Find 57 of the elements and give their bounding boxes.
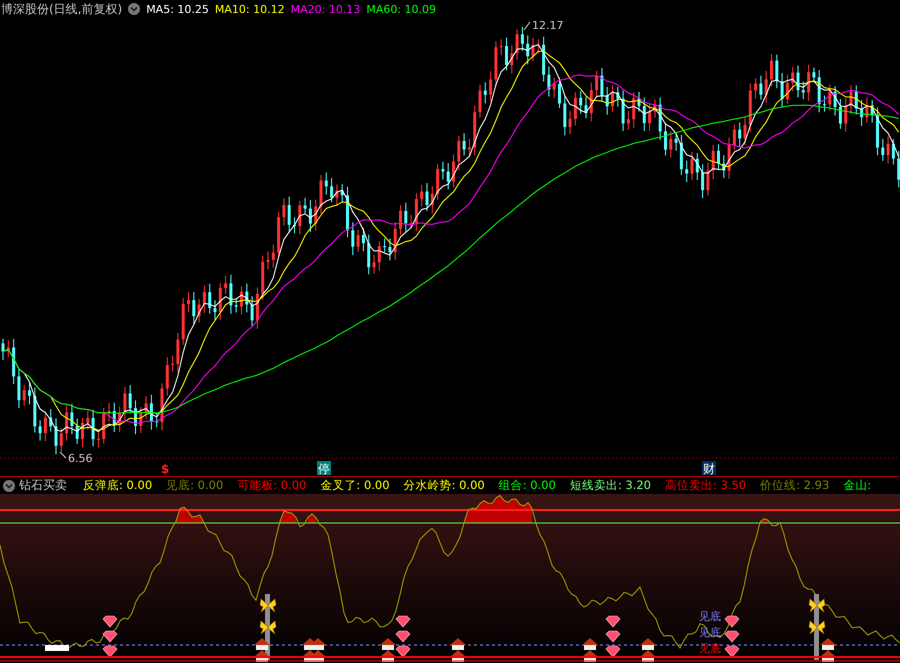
- indicator-value: 价位线: 2.93: [760, 478, 830, 493]
- high-price-label: 12.17: [532, 19, 564, 32]
- gem-icon: [102, 616, 118, 628]
- gem-icon: [606, 616, 620, 628]
- house-icon: [582, 638, 598, 650]
- signal-label: 见底: [699, 610, 721, 623]
- house-icon: [450, 650, 466, 662]
- indicator-value: 见底: 0.00: [166, 478, 224, 493]
- leader-line: [524, 22, 530, 30]
- indicator-value: 短线卖出: 3.20: [570, 478, 651, 493]
- house-icon: [820, 650, 836, 662]
- butterfly-icon: [808, 598, 826, 612]
- moving-average-label: MA20: 10.13: [290, 2, 360, 16]
- butterfly-icon: [808, 620, 826, 634]
- house-icon: [640, 638, 656, 650]
- gem-icon: [724, 616, 740, 628]
- house-icon: [640, 650, 656, 662]
- gem-icon: [102, 646, 118, 658]
- dropdown-icon[interactable]: [128, 3, 140, 15]
- moving-average-label: MA60: 10.09: [366, 2, 436, 16]
- gem-icon: [396, 646, 410, 658]
- event-marker[interactable]: 财: [702, 461, 716, 476]
- gem-icon: [724, 630, 740, 642]
- indicator-value: 组合: 0.00: [498, 478, 556, 493]
- moving-average-label: MA5: 10.25: [146, 2, 209, 16]
- house-icon: [820, 638, 836, 650]
- house-icon: [254, 638, 270, 650]
- gem-icon: [396, 630, 410, 642]
- gem-icon: [724, 646, 740, 658]
- indicator-value: 可能板: 0.00: [237, 478, 306, 493]
- indicator-value: 金山:: [843, 478, 872, 493]
- butterfly-icon: [260, 598, 276, 612]
- house-icon: [380, 638, 396, 650]
- indicator-value: 分水岭势: 0.00: [404, 478, 485, 493]
- house-icon: [254, 650, 270, 662]
- house-icon: [450, 638, 466, 650]
- gem-icon: [102, 630, 118, 642]
- signal-label: 见底: [699, 642, 721, 655]
- moving-average-label: MA10: 10.12: [214, 2, 285, 16]
- gem-icon: [606, 646, 620, 658]
- signal-block: [45, 645, 69, 651]
- indicator-value: 反弹底: 0.00: [83, 478, 152, 493]
- leader-line: [60, 452, 66, 458]
- indicator-value: 金叉了: 0.00: [320, 478, 390, 493]
- event-marker[interactable]: 停: [317, 461, 331, 476]
- butterfly-icon: [260, 620, 276, 634]
- indicator-value: 高位卖出: 3.50: [664, 478, 746, 493]
- chart-title: 博深股份(日线,前复权): [1, 0, 122, 18]
- house-icon: [380, 650, 396, 662]
- low-price-label: 6.56: [68, 452, 92, 465]
- event-marker[interactable]: $: [160, 462, 170, 476]
- gem-icon: [606, 630, 620, 642]
- gem-icon: [396, 616, 410, 628]
- dropdown-icon[interactable]: [3, 480, 15, 492]
- indicator-title: 钻石买卖: [19, 477, 67, 494]
- house-icon: [582, 650, 598, 662]
- signal-label: 见底: [699, 626, 721, 639]
